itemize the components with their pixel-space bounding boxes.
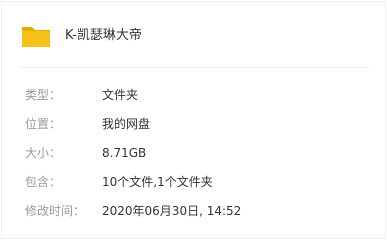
property-value: 我的网盘 bbox=[102, 117, 151, 131]
property-row-modified: 修改时间： 2020年06月30日, 14:52 bbox=[1, 201, 386, 221]
property-label: 修改时间： bbox=[25, 204, 86, 218]
property-value: 8.71GB bbox=[102, 146, 147, 160]
property-label: 包含： bbox=[25, 175, 62, 189]
property-row-type: 类型： 文件夹 bbox=[1, 85, 386, 105]
property-row-location: 位置： 我的网盘 bbox=[1, 114, 386, 134]
properties-header: K-凯瑟琳大帝 bbox=[1, 1, 386, 67]
property-value: 10个文件,1个文件夹 bbox=[102, 175, 213, 189]
folder-properties-panel: K-凯瑟琳大帝 类型： 文件夹 位置： 我的网盘 大小： 8.71GB 包含： … bbox=[1, 1, 386, 239]
property-row-contents: 包含： 10个文件,1个文件夹 bbox=[1, 172, 386, 192]
property-value: 2020年06月30日, 14:52 bbox=[102, 204, 242, 218]
property-label: 大小： bbox=[25, 146, 62, 160]
folder-name: K-凯瑟琳大帝 bbox=[65, 28, 142, 43]
folder-icon bbox=[22, 27, 50, 47]
property-label: 类型： bbox=[25, 88, 62, 102]
property-row-size: 大小： 8.71GB bbox=[1, 143, 386, 163]
property-value: 文件夹 bbox=[102, 88, 139, 102]
header-divider bbox=[19, 67, 369, 68]
property-label: 位置： bbox=[25, 117, 62, 131]
